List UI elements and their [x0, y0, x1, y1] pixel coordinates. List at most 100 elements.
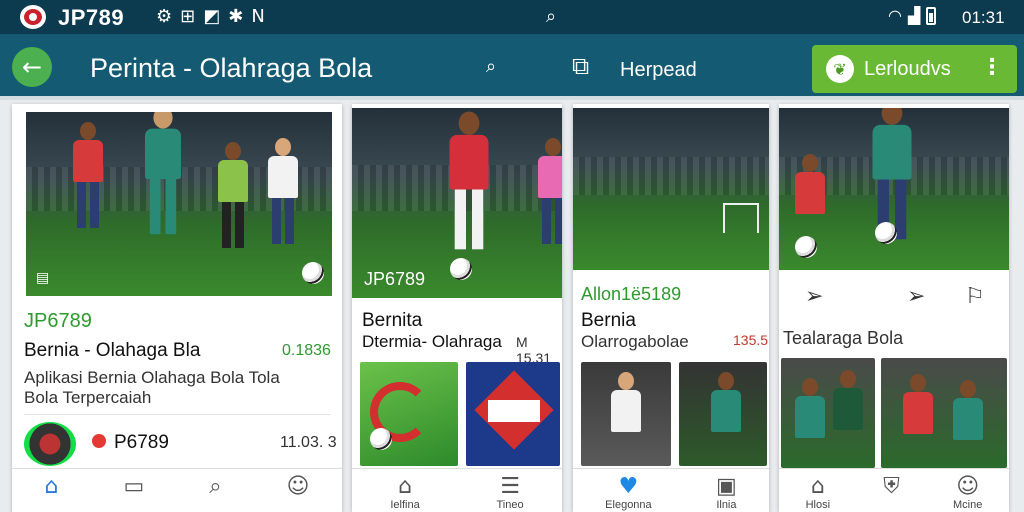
card-1-description: Aplikasi Bernia Olahaga Bola Tola Bola T…: [24, 368, 280, 407]
nav-label: Ielfina: [390, 499, 420, 511]
nav-label: Elegonna: [605, 499, 652, 511]
status-time: 01:31: [962, 8, 1005, 27]
profile-icon: ☺: [286, 474, 310, 499]
header-link[interactable]: Herpead: [620, 59, 697, 82]
thumbnail-image[interactable]: [360, 362, 458, 466]
card-3-bottom-nav: ♥ Elegonna ▣ Ilnia: [573, 468, 769, 512]
home-icon: ⌂: [44, 474, 59, 499]
nav-profile[interactable]: ☺: [287, 475, 310, 499]
card-4-hero-image: [779, 108, 1009, 270]
data-icon: ⊞: [180, 6, 196, 27]
nav-search[interactable]: ⌕: [209, 475, 221, 499]
nav-profile[interactable]: ☺ Mcine: [953, 474, 983, 512]
card-1[interactable]: ▤ JP6789 Bernia - Olahaga Bla 0.1836 Apl…: [12, 104, 342, 512]
search-icon: ⌕: [209, 474, 222, 499]
player-figure: [71, 122, 105, 232]
page-title: Perinta - Olahraga Bola: [90, 53, 373, 83]
nav-favorites[interactable]: ♥ Elegonna: [605, 474, 652, 512]
chat-icon[interactable]: ⚐: [965, 284, 985, 309]
download-label: Lerloudvs: [864, 57, 951, 80]
thumbnail-image[interactable]: [466, 362, 560, 466]
nfc-icon: Ν: [251, 6, 265, 27]
nav-label: Hlosi: [805, 499, 831, 511]
sim-icon: ◩: [203, 6, 221, 27]
bluetooth-icon: ✱: [228, 6, 244, 27]
card-4-title: Tealaraga Bola: [783, 328, 904, 348]
card-3-value: 135.5: [733, 332, 769, 348]
nav-label: Tineo: [496, 499, 524, 511]
send-icon[interactable]: ➢: [907, 284, 925, 309]
thumbnail-image[interactable]: [781, 358, 875, 468]
arrow-left-icon: ←: [21, 53, 43, 81]
thumbnail-image[interactable]: [581, 362, 671, 466]
record-dot-icon: [92, 434, 106, 448]
app-header: ← Perinta - Olahraga Bola ⌕ ⧉ Herpead ❦ …: [0, 34, 1024, 100]
card-1-value: 0.1836: [282, 342, 331, 359]
card-3[interactable]: Allon1ё5189 Bernia Olarrogabolae 135.5 ♥…: [573, 104, 769, 512]
share-icon[interactable]: ⧉: [572, 52, 589, 80]
card-1-bottom-nav: ⌂ ▭ ⌕ ☺: [12, 468, 342, 512]
tab-icon: ▭: [123, 474, 145, 499]
header-search-icon[interactable]: ⌕: [486, 56, 496, 77]
nav-home[interactable]: ⌂ Hlosi: [805, 474, 831, 512]
card-2-hero-image: JP6789: [352, 108, 562, 298]
nav-tabs[interactable]: ▭: [123, 475, 144, 499]
nav-home[interactable]: ⌂: [44, 475, 58, 499]
wifi-icon: ◠: [888, 6, 902, 25]
card-3-title-1: Bernia: [581, 310, 636, 331]
send-icon[interactable]: ➢: [805, 284, 823, 309]
card-1-code: JP6789: [24, 310, 92, 332]
thumbnail-image[interactable]: [679, 362, 767, 466]
app-logo-icon: [20, 5, 46, 29]
home-icon: ⌂: [810, 474, 825, 499]
card-2-bottom-nav: ⌂ Ielfina ☰ Tineo: [352, 468, 562, 512]
nav-label: Mcine: [953, 499, 983, 511]
card-1-hero-image: ▤: [26, 112, 332, 296]
player-figure: [216, 142, 250, 252]
card-4-actions: ➢ ➢ ⚐: [779, 284, 1009, 314]
nav-gallery[interactable]: ▣ Ilnia: [716, 474, 737, 512]
card-3-title-2: Olarrogabolae: [581, 332, 689, 351]
signal-icon: ▟: [907, 6, 921, 25]
card-1-row-value: 11.03. 3: [280, 434, 337, 451]
avatar[interactable]: [24, 422, 76, 466]
home-icon: ⌂: [398, 474, 413, 499]
ball-icon: [302, 262, 324, 284]
image-icon: ▣: [716, 474, 737, 499]
nav-home[interactable]: ⌂ Ielfina: [390, 474, 420, 512]
divider: [24, 414, 330, 415]
nav-shield[interactable]: ⛨: [883, 475, 900, 499]
ball-icon: [450, 258, 472, 280]
card-4-bottom-nav: ⌂ Hlosi ⛨ ☺ Mcine: [779, 468, 1009, 512]
player-figure: [266, 138, 300, 248]
card-2-hero-label: JP6789: [364, 269, 426, 289]
card-3-hero-image: [573, 108, 769, 270]
card-1-row-code: P6789: [114, 432, 169, 453]
ball-icon: [875, 222, 897, 244]
card-1-title: Bernia - Olahaga Bla: [24, 340, 201, 361]
search-icon[interactable]: ⌕: [546, 6, 556, 27]
nav-menu[interactable]: ☰ Tineo: [496, 474, 524, 512]
settings-icon: ⚙: [156, 6, 173, 27]
card-2-title-1: Bernita: [362, 310, 423, 331]
status-bar: JP789 ⚙ ⊞ ◩ ✱ Ν ⌕ ◠ ▟ 01:31: [0, 0, 1024, 34]
status-icons: ⚙ ⊞ ◩ ✱ Ν: [156, 6, 265, 27]
menu-icon: ☰: [500, 474, 520, 499]
card-3-code: Allon1ё5189: [581, 284, 682, 304]
more-vertical-icon[interactable]: ⋮: [981, 55, 1003, 80]
ball-icon: [795, 236, 817, 258]
nav-label: Ilnia: [716, 499, 737, 511]
shield-icon: ⛨: [883, 474, 900, 499]
leaf-icon: ❦: [826, 55, 854, 83]
card-4[interactable]: ➢ ➢ ⚐ Tealaraga Bola ⌂ Hlosi ⛨ ☺ Mcine: [779, 104, 1009, 512]
thumbnail-image[interactable]: [881, 358, 1007, 468]
profile-icon: ☺: [956, 474, 980, 499]
player-figure: [536, 138, 562, 248]
player-figure: [143, 112, 184, 239]
back-button[interactable]: ←: [12, 47, 52, 87]
status-right-icons: ◠ ▟: [888, 6, 937, 25]
download-button[interactable]: ❦ Lerloudvs ⋮: [812, 45, 1017, 93]
status-brand: JP789: [58, 5, 125, 30]
card-2[interactable]: JP6789 Bernita Dtermia- Olahraga M 15.31…: [352, 104, 562, 512]
heart-icon: ♥: [618, 474, 639, 499]
